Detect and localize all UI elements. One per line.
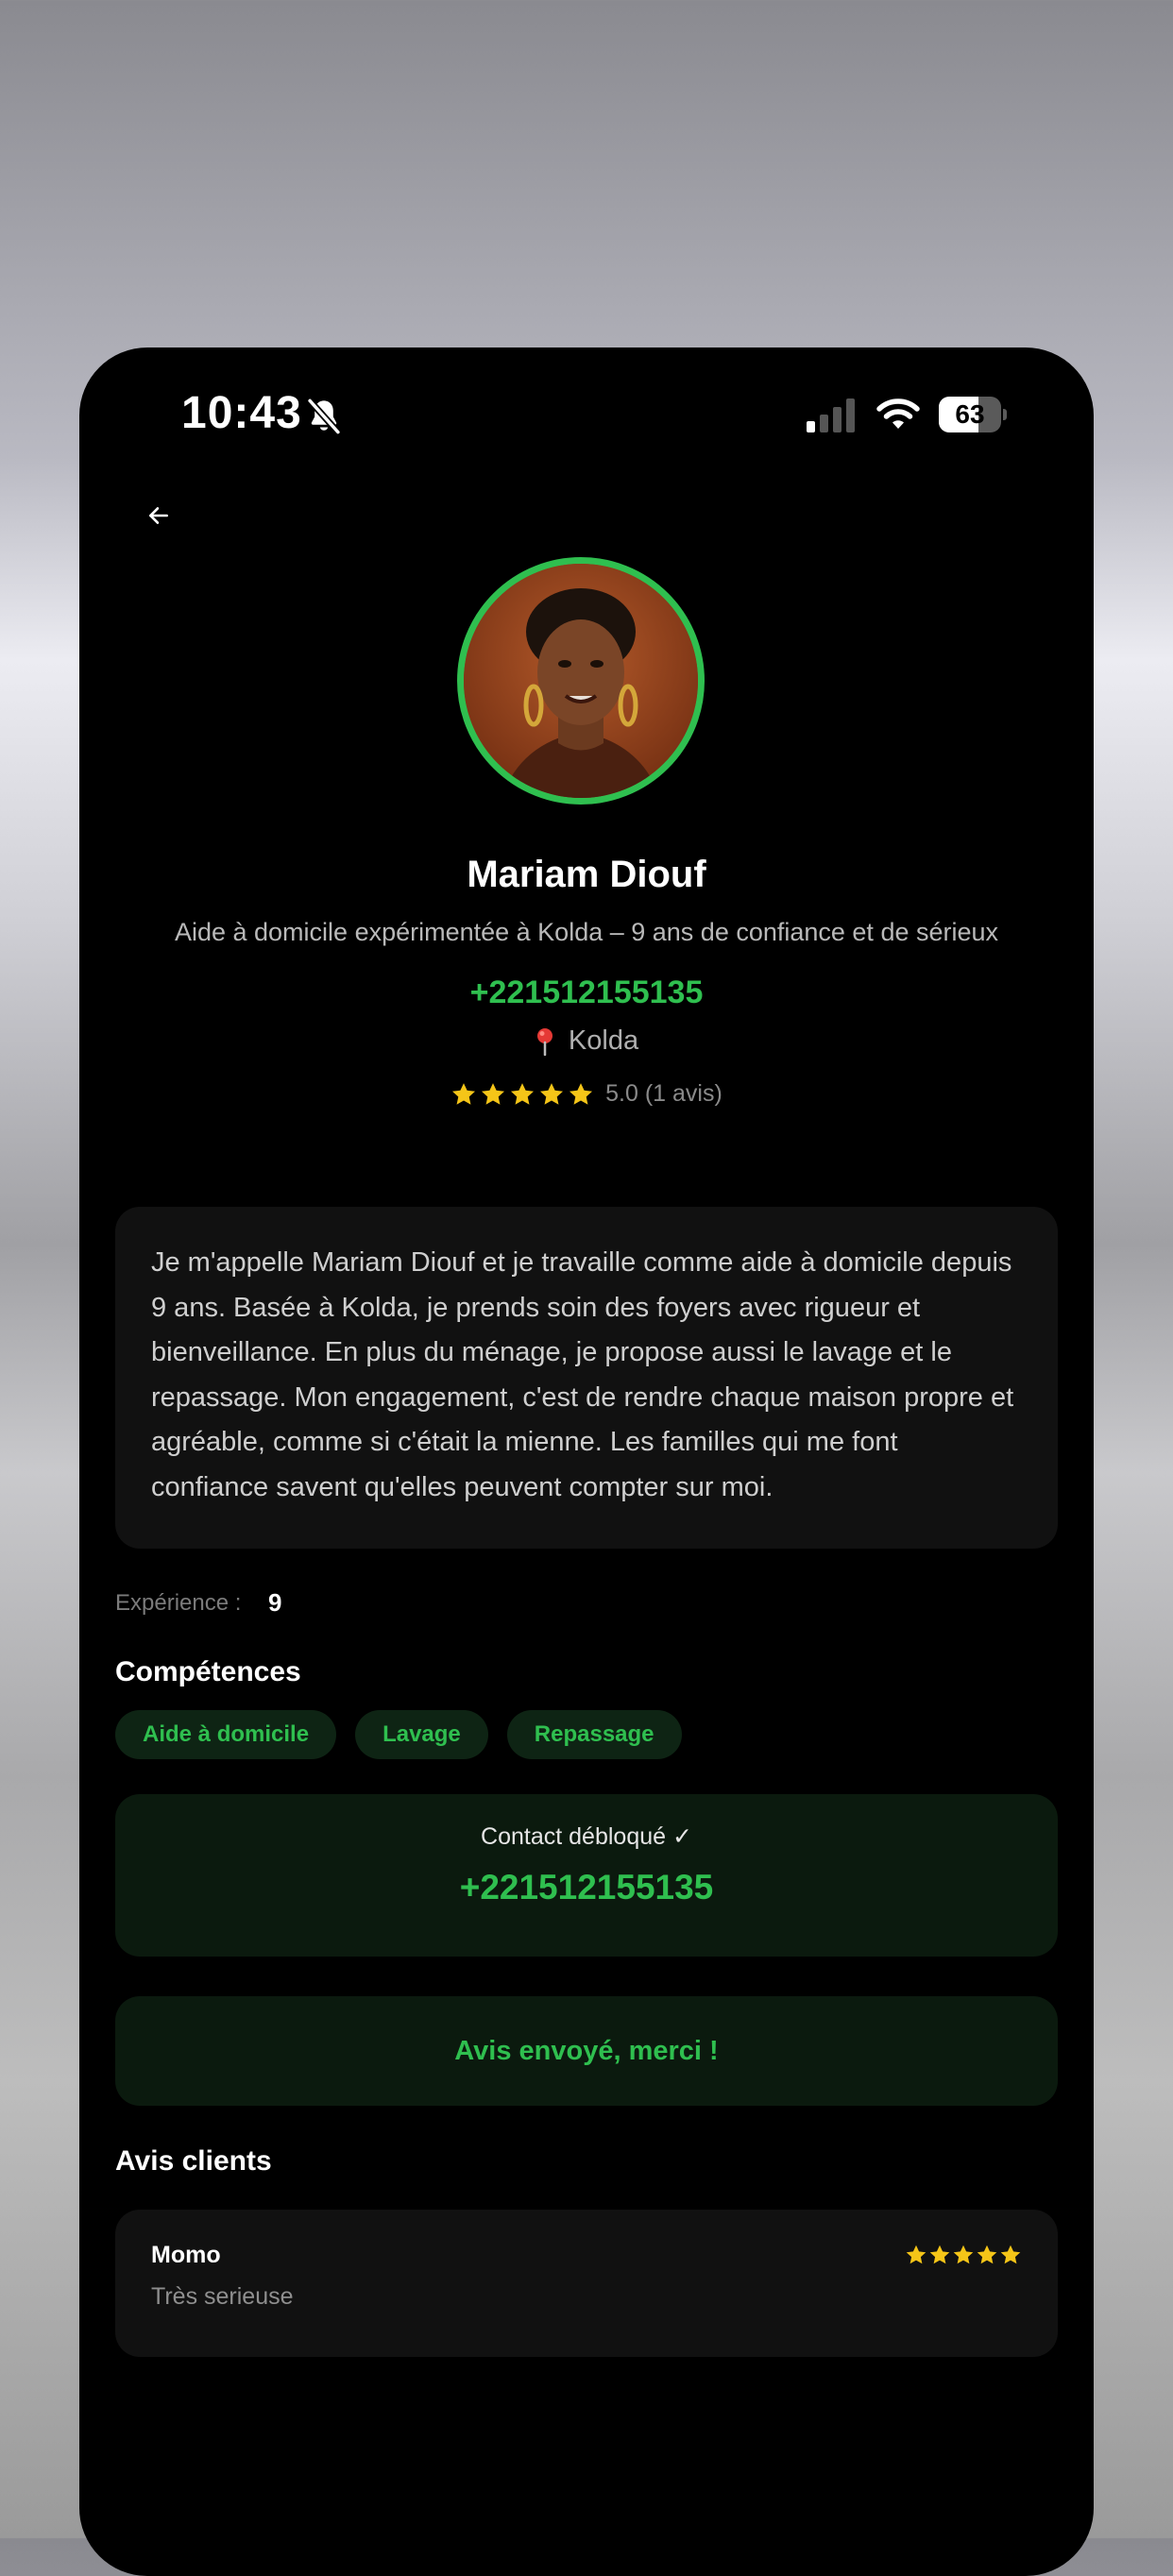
battery-indicator: 63 xyxy=(939,397,1007,432)
wifi-icon xyxy=(876,398,920,429)
star-icon xyxy=(511,1082,535,1105)
star-icon xyxy=(906,2245,926,2264)
skills-title: Compétences xyxy=(115,1656,301,1687)
star-icon xyxy=(929,2245,950,2264)
arrow-left-icon xyxy=(149,507,168,524)
experience-label: Expérience : xyxy=(115,1590,242,1616)
profile-subtitle: Aide à domicile expérimentée à Kolda – 9… xyxy=(174,918,999,946)
about-card: Je m'appelle Mariam Diouf et je travaill… xyxy=(115,1207,1058,1549)
star-icon xyxy=(977,2245,997,2264)
cellular-signal-icon xyxy=(807,398,855,432)
review-sent-banner: Avis envoyé, merci ! xyxy=(115,1996,1058,2106)
contact-unlocked-label: Contact débloqué ✓ xyxy=(481,1823,692,1850)
skills-chips: Aide à domicile Lavage Repassage xyxy=(115,1710,682,1759)
star-icon xyxy=(1000,2245,1021,2264)
profile-avatar xyxy=(457,557,705,805)
location-pin-icon xyxy=(536,1027,552,1056)
profile-phone[interactable]: +221512155135 xyxy=(79,974,1094,1011)
reviews-title: Avis clients xyxy=(115,2145,272,2177)
about-text: Je m'appelle Mariam Diouf et je travaill… xyxy=(151,1247,1014,1502)
star-icon xyxy=(953,2245,974,2264)
experience-value: 9 xyxy=(268,1588,282,1617)
profile-name: Mariam Diouf xyxy=(467,854,706,895)
contact-phone[interactable]: +221512155135 xyxy=(115,1868,1058,1907)
star-icon xyxy=(452,1082,476,1105)
phone-screen: 10:43 63 Mariam Diouf Aide à domicile ex… xyxy=(79,347,1094,2576)
star-icon xyxy=(570,1082,593,1105)
contact-unlocked-card: Contact débloqué ✓ +221512155135 xyxy=(115,1794,1058,1957)
review-author: Momo xyxy=(151,2242,221,2268)
review-stars xyxy=(905,2244,1022,2266)
profile-rating: 5.0 (1 avis) xyxy=(79,1080,1094,1108)
back-button[interactable] xyxy=(132,489,185,542)
skill-chip: Lavage xyxy=(355,1710,488,1759)
status-time: 10:43 xyxy=(181,388,302,438)
rating-stars xyxy=(450,1081,594,1108)
rating-text: 5.0 (1 avis) xyxy=(605,1080,722,1107)
skill-chip: Aide à domicile xyxy=(115,1710,337,1759)
location-text: Kolda xyxy=(568,1025,639,1056)
review-text: Très serieuse xyxy=(151,2283,294,2310)
skill-chip: Repassage xyxy=(506,1710,682,1759)
review-card: Momo Très serieuse xyxy=(115,2210,1058,2357)
status-bar: 10:43 63 xyxy=(79,347,1094,480)
battery-percent: 63 xyxy=(955,399,985,429)
star-icon xyxy=(540,1082,564,1105)
profile-location: Kolda xyxy=(79,1025,1094,1057)
star-icon xyxy=(482,1082,505,1105)
silent-bell-icon xyxy=(306,397,342,436)
